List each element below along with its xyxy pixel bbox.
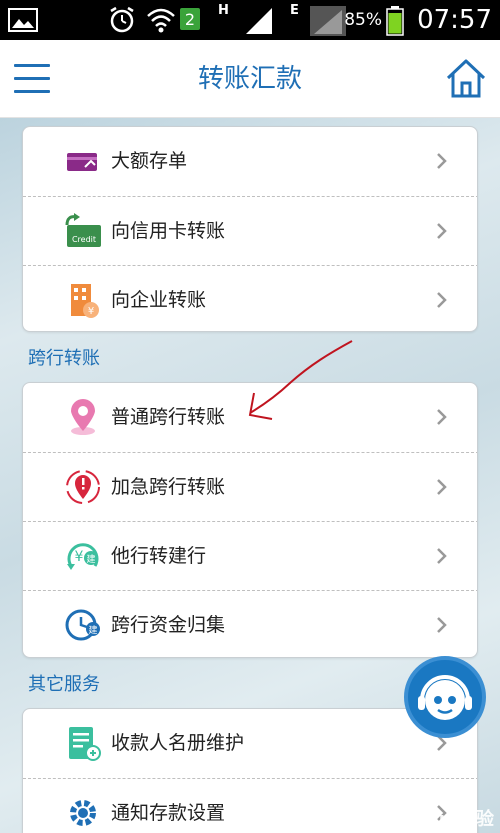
list-item-label: 大额存单 — [111, 150, 188, 172]
chevron-right-icon — [437, 409, 447, 425]
list-item-urgent-interbank[interactable]: 加急跨行转账 — [23, 452, 477, 521]
list-item-label: 加急跨行转账 — [111, 476, 226, 498]
page-title: 转账汇款 — [197, 64, 302, 94]
payee-list-icon — [69, 727, 101, 761]
list-item-label: 收款人名册维护 — [111, 732, 245, 754]
home-icon[interactable] — [444, 56, 488, 100]
list-item-normal-interbank[interactable]: 普通跨行转账 — [23, 383, 477, 452]
list-item-large-deposit[interactable]: 大额存单 — [23, 127, 477, 196]
credit-card-icon: Credit — [65, 213, 101, 247]
list-item-corporate-transfer[interactable]: ¥ 向企业转账 — [23, 265, 477, 331]
yuan-transfer-icon: ¥ 建 — [67, 543, 99, 570]
clock-time: 07:57 — [417, 5, 492, 35]
network-h-label: H — [218, 2, 229, 18]
battery-percent: 85% — [344, 10, 382, 30]
customer-service-button[interactable] — [404, 656, 486, 738]
chevron-right-icon — [437, 548, 447, 564]
watermark: Baidu 经验 — [393, 809, 494, 830]
section-title-interbank: 跨行转账 — [28, 348, 100, 369]
certificate-card-icon — [67, 153, 97, 171]
location-pin-icon — [71, 399, 95, 435]
svg-text:建: 建 — [88, 624, 97, 636]
list-item-label: 向信用卡转账 — [111, 220, 226, 242]
sim-indicator: 2 — [180, 8, 200, 30]
list-item-other-bank-to-ccb[interactable]: ¥ 建 他行转建行 — [23, 521, 477, 590]
chevron-right-icon — [437, 223, 447, 239]
chevron-right-icon — [437, 617, 447, 633]
interbank-transfer-card: 普通跨行转账 加急跨行转账 ¥ 建 他行转建行 建 跨行资金归集 — [22, 382, 478, 658]
image-notification-icon — [8, 8, 38, 32]
list-item-label: 通知存款设置 — [111, 802, 226, 824]
list-item-label: 跨行资金归集 — [111, 614, 226, 636]
building-icon: ¥ — [71, 284, 99, 318]
hamburger-menu-icon[interactable] — [14, 64, 50, 94]
list-item-label: 向企业转账 — [111, 289, 207, 311]
headset-agent-icon — [418, 675, 472, 720]
chevron-right-icon — [437, 479, 447, 495]
battery-icon — [386, 6, 404, 36]
app-header: 转账汇款 — [0, 40, 500, 118]
list-item-label: 普通跨行转账 — [111, 406, 226, 428]
signal-weak-icon — [310, 6, 346, 36]
network-e-label: E — [290, 2, 299, 18]
signal-icon — [246, 8, 272, 34]
transfer-options-card: 大额存单 Credit 向信用卡转账 ¥ 向企业转账 — [22, 126, 478, 332]
svg-text:¥: ¥ — [75, 549, 84, 565]
clock-collect-icon: 建 — [65, 609, 100, 641]
svg-text:¥: ¥ — [88, 306, 94, 317]
list-item-label: 他行转建行 — [111, 545, 207, 567]
section-title-other-services: 其它服务 — [28, 674, 100, 695]
wifi-icon — [147, 8, 175, 33]
svg-text:Credit: Credit — [72, 235, 96, 244]
chevron-right-icon — [437, 292, 447, 308]
status-bar: 2 H E 85% 07:57 — [0, 0, 500, 40]
list-item-credit-card-transfer[interactable]: Credit 向信用卡转账 — [23, 196, 477, 265]
urgent-pin-icon — [66, 470, 100, 504]
svg-text:建: 建 — [86, 553, 95, 565]
chevron-right-icon — [437, 153, 447, 169]
list-item-interbank-collection[interactable]: 建 跨行资金归集 — [23, 590, 477, 657]
alarm-icon — [110, 6, 134, 33]
gear-icon — [70, 800, 96, 826]
